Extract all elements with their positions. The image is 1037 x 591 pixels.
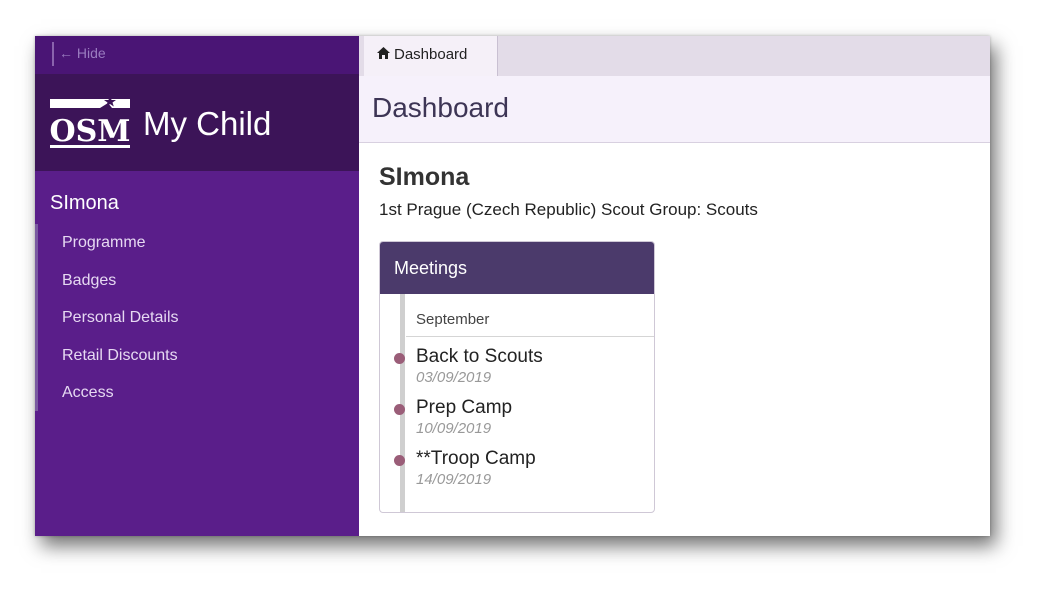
meetings-card: Meetings September Back to Scouts 03/09/… bbox=[379, 241, 655, 513]
tab-bar: Dashboard bbox=[359, 36, 990, 76]
meeting-title: Back to Scouts bbox=[416, 346, 543, 367]
meeting-date: 03/09/2019 bbox=[416, 369, 492, 386]
page-title: Dashboard bbox=[372, 92, 509, 123]
meeting-date: 14/09/2019 bbox=[416, 471, 492, 488]
member-name: SImona bbox=[379, 163, 470, 191]
main-content: Dashboard Dashboard SImona 1st Prague (C… bbox=[359, 36, 990, 536]
tab-label: Dashboard bbox=[394, 46, 468, 63]
sidebar-item-retail-discounts[interactable]: Retail Discounts bbox=[38, 337, 362, 375]
meeting-title: Prep Camp bbox=[416, 397, 513, 418]
sidebar-nav: Programme Badges Personal Details Retail… bbox=[35, 224, 362, 411]
timeline-dot bbox=[394, 353, 405, 364]
sidebar-item-access[interactable]: Access bbox=[38, 374, 362, 412]
app-window: ← Hide OSM My Child SImona Programme Bad… bbox=[35, 36, 990, 536]
home-icon bbox=[377, 36, 390, 74]
tab-dashboard[interactable]: Dashboard bbox=[364, 36, 498, 76]
sidebar-item-badges[interactable]: Badges bbox=[38, 262, 362, 300]
timeline-dot bbox=[394, 455, 405, 466]
app-title: My Child bbox=[143, 105, 272, 142]
timeline-dot bbox=[394, 404, 405, 415]
meeting-date: 10/09/2019 bbox=[416, 420, 492, 437]
child-name: SImona bbox=[50, 192, 119, 214]
brand-bar: OSM My Child bbox=[35, 74, 359, 171]
timeline-line bbox=[400, 294, 405, 512]
hide-bar: ← Hide bbox=[35, 36, 359, 74]
sidebar-item-personal-details[interactable]: Personal Details bbox=[38, 299, 362, 337]
member-group: 1st Prague (Czech Republic) Scout Group:… bbox=[379, 200, 758, 219]
hide-sidebar-button[interactable]: ← Hide bbox=[52, 42, 106, 66]
sidebar-item-programme[interactable]: Programme bbox=[38, 224, 362, 262]
logo-text: OSM bbox=[50, 114, 130, 149]
sidebar: ← Hide OSM My Child SImona Programme Bad… bbox=[35, 36, 359, 536]
meeting-title: **Troop Camp bbox=[416, 448, 536, 469]
meetings-card-title: Meetings bbox=[380, 242, 654, 294]
page-header: Dashboard bbox=[359, 76, 990, 143]
timeline-month: September bbox=[416, 311, 490, 328]
osm-logo: OSM bbox=[49, 96, 131, 152]
divider bbox=[406, 336, 654, 337]
